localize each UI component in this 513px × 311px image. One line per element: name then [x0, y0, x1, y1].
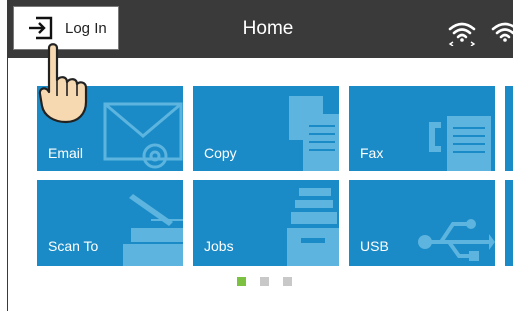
page-title: Home — [242, 18, 294, 39]
page-dot[interactable] — [283, 277, 292, 286]
tile-label: Fax — [360, 145, 384, 161]
tile-label: Copy — [204, 145, 237, 161]
documents-icon — [289, 96, 339, 171]
tile-label: Email — [48, 145, 84, 161]
fax-phone-icon — [429, 116, 491, 171]
tile-copy[interactable]: Copy — [193, 86, 339, 171]
tile-label: USB — [360, 238, 389, 254]
tile-scan-to[interactable]: Scan To — [37, 180, 183, 266]
page-dot[interactable] — [260, 277, 269, 286]
envelope-icon — [103, 102, 183, 169]
tile-fax[interactable]: Fax — [349, 86, 495, 171]
tile-jobs[interactable]: Jobs — [193, 180, 339, 266]
tile-partial[interactable] — [505, 86, 513, 171]
pointing-hand-icon — [38, 43, 88, 124]
tile-label: Scan To — [48, 238, 99, 254]
login-arrow-icon — [29, 16, 53, 40]
login-label: Log In — [65, 19, 107, 37]
tile-partial[interactable] — [505, 180, 513, 266]
home-screen: Log In Home Email Copy Fax Scan To Jobs … — [8, 0, 513, 311]
tile-label: Jobs — [204, 238, 234, 254]
page-dot-active[interactable] — [237, 277, 246, 286]
usb-icon — [418, 219, 495, 261]
wifi-icon[interactable] — [490, 20, 513, 46]
wifi-icon[interactable] — [447, 20, 477, 46]
tray-stack-icon — [287, 188, 339, 266]
tile-usb[interactable]: USB — [349, 180, 495, 266]
